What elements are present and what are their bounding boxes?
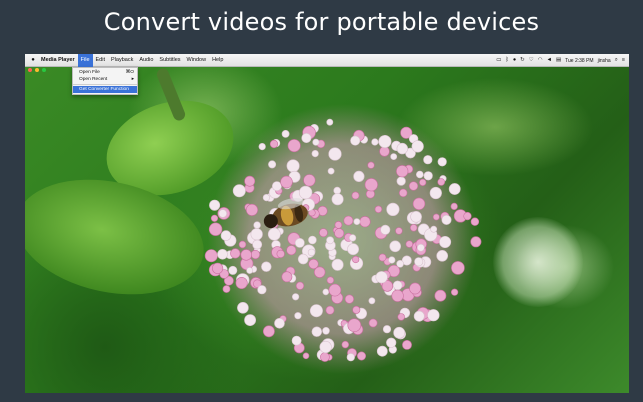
volume-icon[interactable]: ◄ — [547, 54, 552, 67]
menu-audio[interactable]: Audio — [136, 54, 156, 67]
menu-separator — [73, 84, 137, 85]
clock[interactable]: Tue 2:38 PM — [565, 58, 593, 64]
menu-edit[interactable]: Edit — [93, 54, 108, 67]
video-frame[interactable] — [25, 66, 629, 393]
flower-illustration — [204, 104, 482, 374]
status-area: ▭ ᛒ ● ↻ ♡ ◠ ◄ ▤ Tue 2:38 PM jinsha ⌕ ≡ — [496, 54, 625, 67]
menu-window[interactable]: Window — [184, 54, 210, 67]
record-icon[interactable]: ● — [513, 54, 516, 67]
flag-icon[interactable]: ▤ — [556, 54, 561, 67]
menu-item-label: Get Converter Function — [79, 87, 129, 92]
menu-item-get-converter-function[interactable]: Get Converter Function — [73, 86, 137, 93]
search-icon[interactable]: ⌕ — [615, 54, 618, 67]
zoom-button[interactable] — [42, 68, 46, 72]
menu-help[interactable]: Help — [209, 54, 226, 67]
menu-playback[interactable]: Playback — [108, 54, 136, 67]
apple-icon[interactable]: ● — [28, 57, 38, 63]
app-screen: ● Media Player File Edit Playback Audio … — [25, 54, 629, 393]
menu-item-open-file[interactable]: Open File ⌘O — [73, 69, 137, 76]
menu-app[interactable]: Media Player — [38, 54, 78, 67]
menu-subtitles[interactable]: Subtitles — [156, 54, 183, 67]
headline: Convert videos for portable devices — [103, 8, 540, 36]
list-icon[interactable]: ≡ — [622, 54, 625, 67]
bluetooth-icon[interactable]: ᛒ — [506, 54, 509, 67]
file-menu-dropdown: Open File ⌘O Open Recent ▸ Get Converter… — [72, 67, 138, 95]
menu-item-open-recent[interactable]: Open Recent ▸ — [73, 76, 137, 83]
menu-item-label: Open Recent — [79, 77, 108, 82]
shield-icon[interactable]: ♡ — [529, 54, 534, 67]
menu-file[interactable]: File — [77, 54, 93, 67]
close-button[interactable] — [28, 68, 32, 72]
menu-item-label: Open File — [79, 70, 100, 75]
wifi-icon[interactable]: ◠ — [538, 54, 543, 67]
window-controls — [28, 68, 46, 72]
battery-icon[interactable]: ▭ — [496, 54, 501, 67]
user-name[interactable]: jinsha — [598, 58, 611, 64]
submenu-arrow-icon: ▸ — [131, 77, 134, 82]
shortcut-label: ⌘O — [125, 70, 134, 75]
menu-bar: ● Media Player File Edit Playback Audio … — [25, 54, 629, 67]
minimize-button[interactable] — [35, 68, 39, 72]
sync-icon[interactable]: ↻ — [520, 54, 525, 67]
